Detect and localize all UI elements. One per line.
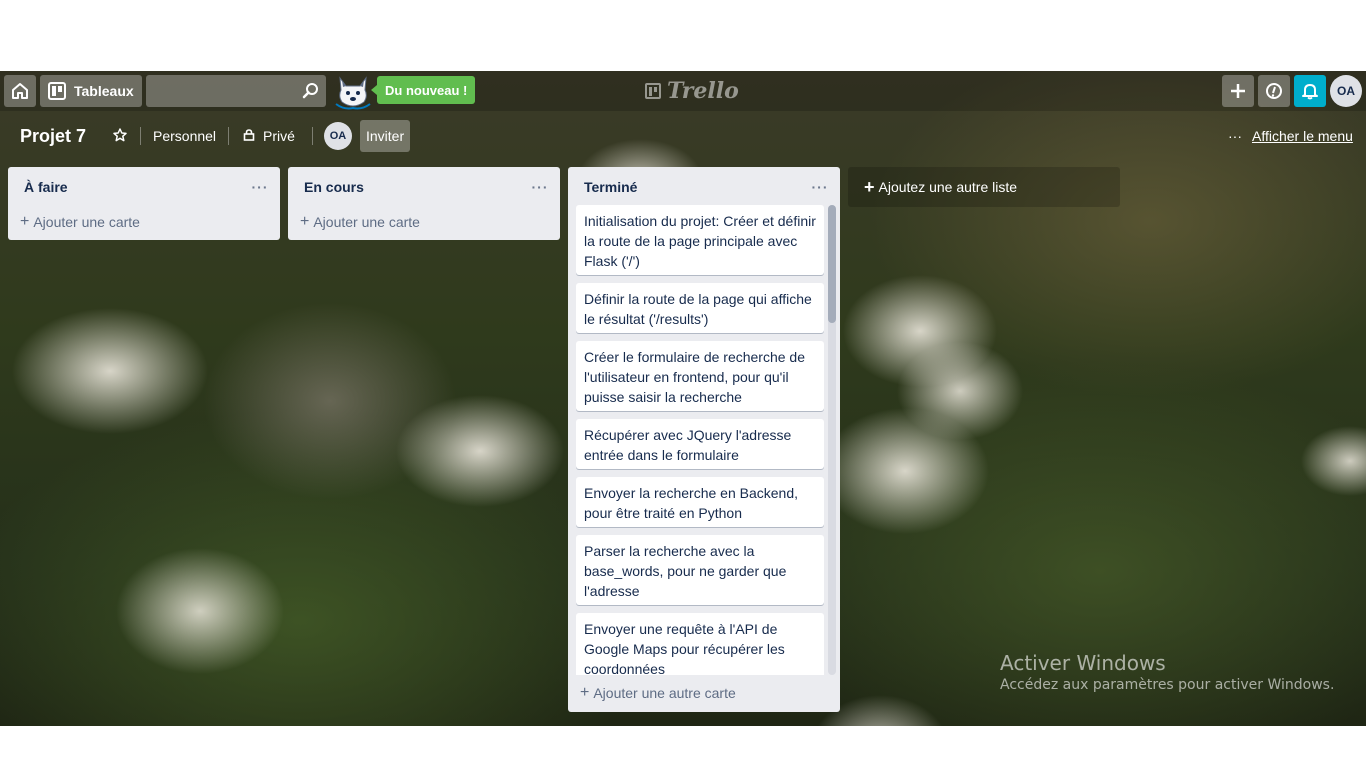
- add-card-label: Ajouter une carte: [313, 214, 420, 230]
- member-avatar[interactable]: OA: [324, 122, 352, 150]
- list-header[interactable]: En cours ···: [288, 167, 560, 205]
- card[interactable]: Parser la recherche avec la base_words, …: [576, 535, 824, 605]
- add-card-label: Ajouter une carte: [33, 214, 140, 230]
- star-icon: [113, 127, 127, 145]
- card[interactable]: Récupérer avec JQuery l'adresse entrée d…: [576, 419, 824, 469]
- info-button[interactable]: [1258, 75, 1290, 107]
- boards-button-label: Tableaux: [74, 83, 134, 99]
- search-input[interactable]: [146, 75, 312, 107]
- trello-logo[interactable]: Trello: [645, 78, 739, 104]
- list-title[interactable]: En cours: [304, 179, 364, 195]
- activate-windows-title: Activer Windows: [1000, 651, 1166, 675]
- list-termine[interactable]: Terminé ··· Initialisation du projet: Cr…: [568, 167, 840, 712]
- whats-new-button[interactable]: Du nouveau !: [370, 76, 476, 104]
- plus-icon: +: [20, 213, 30, 230]
- trello-logo-icon: [645, 83, 661, 99]
- list-menu-button[interactable]: ···: [808, 175, 832, 199]
- scrollbar-thumb[interactable]: [828, 205, 836, 323]
- add-card-label: Ajouter une autre carte: [593, 685, 736, 701]
- user-avatar[interactable]: OA: [1330, 75, 1362, 107]
- search-box[interactable]: [146, 75, 326, 107]
- divider: [312, 127, 313, 145]
- add-list-button[interactable]: + Ajoutez une autre liste: [848, 167, 1120, 207]
- board-title[interactable]: Projet 7: [12, 120, 94, 152]
- home-button[interactable]: [4, 75, 36, 107]
- divider: [228, 127, 229, 145]
- list-scrollbar[interactable]: [828, 205, 836, 675]
- taco-mascot-icon[interactable]: [334, 74, 372, 110]
- info-icon: [1265, 82, 1283, 100]
- list-menu-button[interactable]: ···: [528, 175, 552, 199]
- plus-icon: [1229, 82, 1247, 100]
- bell-icon: [1301, 82, 1319, 100]
- add-list-label: Ajoutez une autre liste: [878, 179, 1018, 195]
- list-menu-button[interactable]: ···: [248, 175, 272, 199]
- list-header[interactable]: Terminé ···: [568, 167, 840, 205]
- list-a-faire[interactable]: À faire ··· + Ajouter une carte: [8, 167, 280, 240]
- card[interactable]: Envoyer la recherche en Backend, pour êt…: [576, 477, 824, 527]
- invite-button[interactable]: Inviter: [360, 120, 411, 152]
- add-card-button[interactable]: + Ajouter une autre carte: [572, 676, 840, 710]
- list-title[interactable]: À faire: [24, 179, 68, 195]
- more-dots-icon: ···: [1228, 128, 1242, 144]
- card[interactable]: Créer le formulaire de recherche de l'ut…: [576, 341, 824, 411]
- plus-icon: +: [580, 684, 590, 701]
- home-icon: [11, 82, 29, 100]
- team-button[interactable]: Personnel: [148, 120, 221, 152]
- visibility-button[interactable]: Privé: [238, 120, 300, 152]
- add-card-button[interactable]: + Ajouter une carte: [292, 205, 556, 239]
- card[interactable]: Initialisation du projet: Créer et défin…: [576, 205, 824, 275]
- list-title[interactable]: Terminé: [584, 179, 637, 195]
- star-board-button[interactable]: [110, 120, 130, 152]
- boards-button[interactable]: Tableaux: [40, 75, 142, 107]
- activate-windows-subtitle: Accédez aux paramètres pour activer Wind…: [1000, 677, 1335, 693]
- list-header[interactable]: À faire ···: [8, 167, 280, 205]
- visibility-label: Privé: [263, 128, 295, 144]
- board-icon: [48, 82, 66, 100]
- lock-icon: [243, 128, 255, 144]
- trello-logo-text: Trello: [667, 78, 739, 104]
- card[interactable]: Définir la route de la page qui affiche …: [576, 283, 824, 333]
- show-menu-label: Afficher le menu: [1252, 128, 1353, 144]
- create-button[interactable]: [1222, 75, 1254, 107]
- plus-icon: +: [300, 213, 310, 230]
- card-list: Initialisation du projet: Créer et défin…: [568, 205, 832, 675]
- plus-icon: +: [864, 176, 875, 197]
- add-card-button[interactable]: + Ajouter une carte: [12, 205, 276, 239]
- divider: [140, 127, 141, 145]
- show-menu-button[interactable]: ··· Afficher le menu: [1224, 120, 1357, 152]
- notifications-button[interactable]: [1294, 75, 1326, 107]
- card[interactable]: Envoyer une requête à l'API de Google Ma…: [576, 613, 824, 675]
- list-en-cours[interactable]: En cours ··· + Ajouter une carte: [288, 167, 560, 240]
